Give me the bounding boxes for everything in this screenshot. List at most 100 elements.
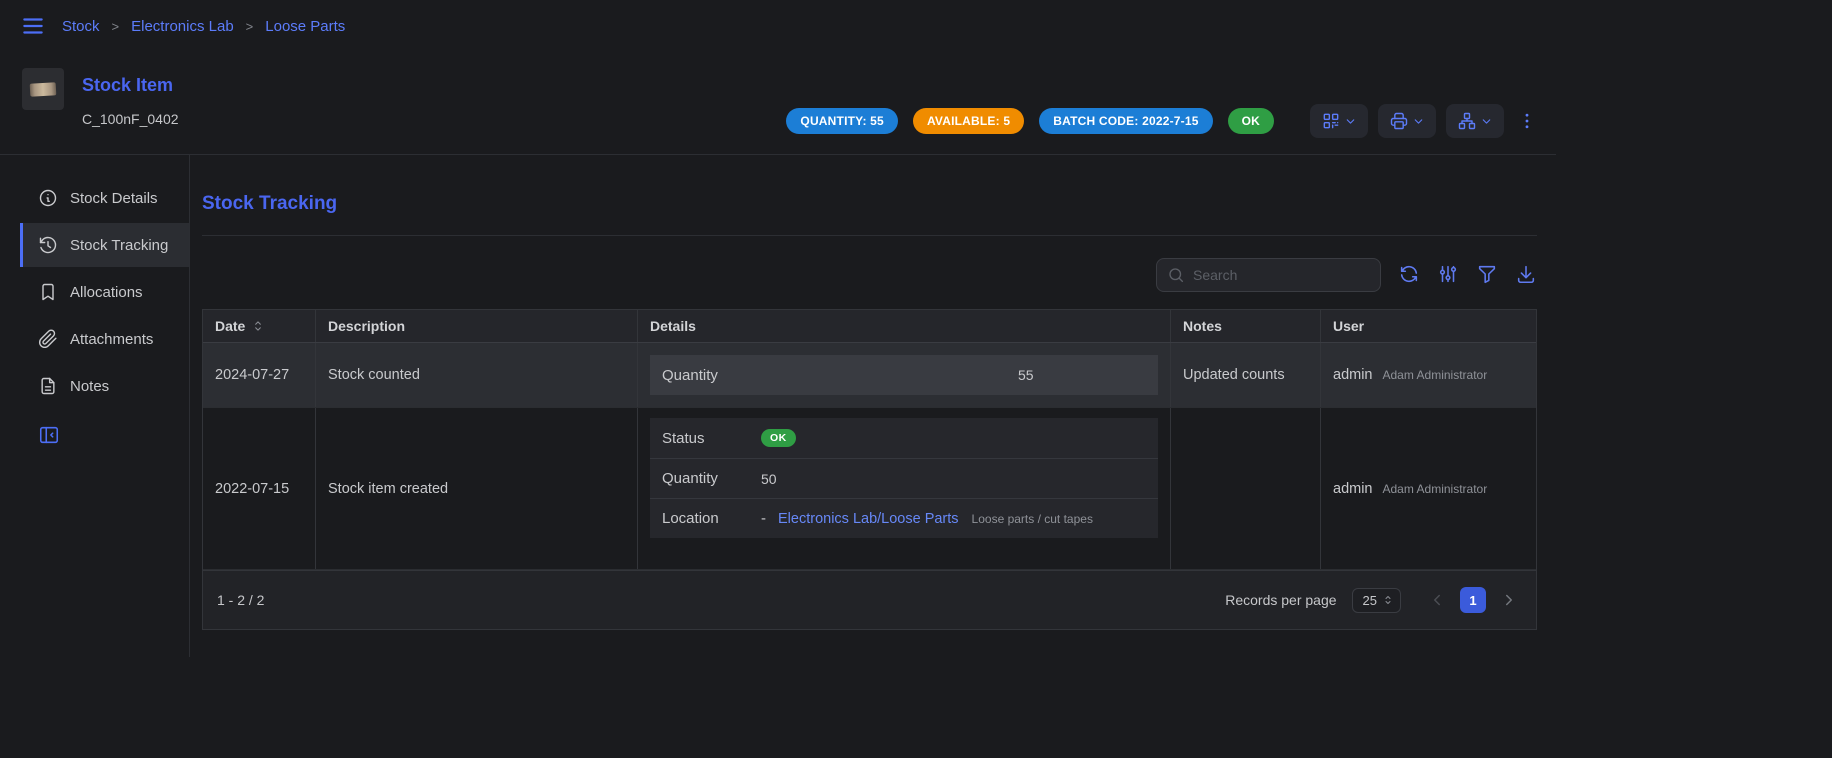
record-range: 1 - 2 / 2 [217, 592, 264, 608]
page-1-button[interactable]: 1 [1460, 587, 1486, 613]
date-cell: 2022-07-15 [203, 408, 315, 569]
info-circle-icon [38, 188, 58, 208]
user-full-name: Adam Administrator [1383, 482, 1488, 496]
file-text-icon [38, 376, 58, 396]
search-input[interactable] [1193, 267, 1370, 283]
batch-code-badge: BATCH CODE: 2022-7-15 [1039, 108, 1212, 134]
print-actions-button[interactable] [1378, 104, 1436, 138]
column-header-date[interactable]: Date [203, 310, 315, 342]
filter-icon [1476, 263, 1498, 285]
sidebar-item-allocations[interactable]: Allocations [20, 270, 189, 314]
breadcrumb-stock[interactable]: Stock [62, 18, 100, 35]
search-icon [1167, 266, 1185, 284]
stock-item-name: C_100nF_0402 [82, 111, 179, 127]
sidebar-item-notes[interactable]: Notes [20, 364, 189, 408]
page-size-select[interactable]: 25 [1352, 588, 1401, 613]
table-footer: 1 - 2 / 2 Records per page 25 [203, 570, 1536, 629]
header-actions [1310, 104, 1540, 138]
notes-cell: Updated counts [1170, 343, 1320, 407]
detail-row-status: Status OK [650, 418, 1158, 458]
detail-row-location: Location - Electronics Lab/Loose Parts L… [650, 498, 1158, 538]
page-size-value: 25 [1363, 593, 1377, 608]
breadcrumb-separator: > [112, 19, 120, 34]
qrcode-icon [1321, 111, 1341, 131]
location-dash: - [761, 510, 766, 527]
username: admin [1333, 481, 1373, 497]
refresh-icon [1398, 263, 1420, 285]
column-header-details[interactable]: Details [637, 310, 1170, 342]
status-badges: QUANTITY: 55 AVAILABLE: 5 BATCH CODE: 20… [786, 108, 1274, 134]
footer-right: Records per page 25 [1225, 587, 1522, 613]
detail-row-quantity: Quantity 50 [650, 458, 1158, 498]
location-description: Loose parts / cut tapes [972, 512, 1093, 526]
sidebar-collapse-icon [38, 424, 60, 446]
paperclip-icon [38, 329, 58, 349]
download-icon [1515, 263, 1537, 285]
dots-vertical-icon [1517, 111, 1537, 131]
sidebar-item-label: Stock Tracking [70, 237, 168, 254]
column-label: Details [650, 318, 696, 334]
quantity-badge: QUANTITY: 55 [786, 108, 898, 134]
user-full-name: Adam Administrator [1383, 368, 1488, 382]
selector-icon [1382, 594, 1394, 606]
sidebar-item-attachments[interactable]: Attachments [20, 317, 189, 361]
sidebar-item-label: Attachments [70, 331, 153, 348]
stock-actions-icon [1457, 111, 1477, 131]
sidebar-item-stock-details[interactable]: Stock Details [20, 176, 189, 220]
details-cell: Quantity 55 [637, 343, 1170, 407]
column-label: Description [328, 318, 405, 334]
column-label: Notes [1183, 318, 1222, 334]
detail-value: 50 [761, 471, 777, 487]
main-content: Stock Tracking [190, 155, 1537, 630]
records-per-page-label: Records per page [1225, 592, 1336, 608]
sort-icon [251, 319, 265, 333]
date-cell: 2024-07-27 [203, 343, 315, 407]
heading-divider [202, 235, 1537, 236]
bookmark-icon [38, 282, 58, 302]
sidebar-item-label: Stock Details [70, 190, 158, 207]
details-cell: Status OK Quantity 50 Location - Electro… [637, 408, 1170, 569]
detail-label: Status [662, 430, 761, 447]
header-left: Stock Item C_100nF_0402 [22, 68, 179, 154]
breadcrumb: Stock > Electronics Lab > Loose Parts [62, 18, 345, 35]
breadcrumb-loose-parts[interactable]: Loose Parts [265, 18, 345, 35]
chevron-left-icon [1428, 591, 1446, 609]
detail-label: Quantity [662, 367, 1018, 384]
detail-value: 55 [1018, 367, 1034, 383]
status-ok-badge: OK [1228, 108, 1274, 134]
adjustments-icon [1437, 263, 1459, 285]
refresh-button[interactable] [1398, 263, 1420, 288]
description-cell: Stock item created [315, 408, 637, 569]
previous-page-button[interactable] [1424, 587, 1450, 613]
column-header-notes[interactable]: Notes [1170, 310, 1320, 342]
chevron-down-icon [1344, 115, 1357, 128]
topbar: Stock > Electronics Lab > Loose Parts [0, 0, 1556, 52]
sidebar-item-stock-tracking[interactable]: Stock Tracking [20, 223, 189, 267]
barcode-actions-button[interactable] [1310, 104, 1368, 138]
stock-actions-button[interactable] [1446, 104, 1504, 138]
menu-icon[interactable] [20, 13, 46, 39]
page-title: Stock Item [82, 75, 179, 96]
user-cell: admin Adam Administrator [1320, 408, 1536, 569]
user-wrap: admin Adam Administrator [1333, 367, 1487, 383]
user-cell: admin Adam Administrator [1320, 343, 1536, 407]
pagination: 1 [1424, 587, 1522, 613]
stock-item-thumbnail[interactable] [22, 68, 64, 110]
detail-row-quantity: Quantity 55 [650, 355, 1158, 395]
more-options-button[interactable] [1514, 104, 1540, 138]
breadcrumb-electronics-lab[interactable]: Electronics Lab [131, 18, 234, 35]
sidebar-collapse-button[interactable] [38, 424, 60, 449]
chevron-down-icon [1412, 115, 1425, 128]
filter-button[interactable] [1476, 263, 1498, 288]
table-row: 2022-07-15 Stock item created Status OK … [203, 408, 1536, 570]
table-row: 2024-07-27 Stock counted Quantity 55 Upd… [203, 343, 1536, 408]
column-header-user[interactable]: User [1320, 310, 1536, 342]
download-button[interactable] [1515, 263, 1537, 288]
breadcrumb-separator: > [246, 19, 254, 34]
title-block: Stock Item C_100nF_0402 [82, 68, 179, 154]
sidebar-item-label: Notes [70, 378, 109, 395]
next-page-button[interactable] [1496, 587, 1522, 613]
table-settings-button[interactable] [1437, 263, 1459, 288]
location-link[interactable]: Electronics Lab/Loose Parts [778, 511, 959, 527]
column-header-description[interactable]: Description [315, 310, 637, 342]
